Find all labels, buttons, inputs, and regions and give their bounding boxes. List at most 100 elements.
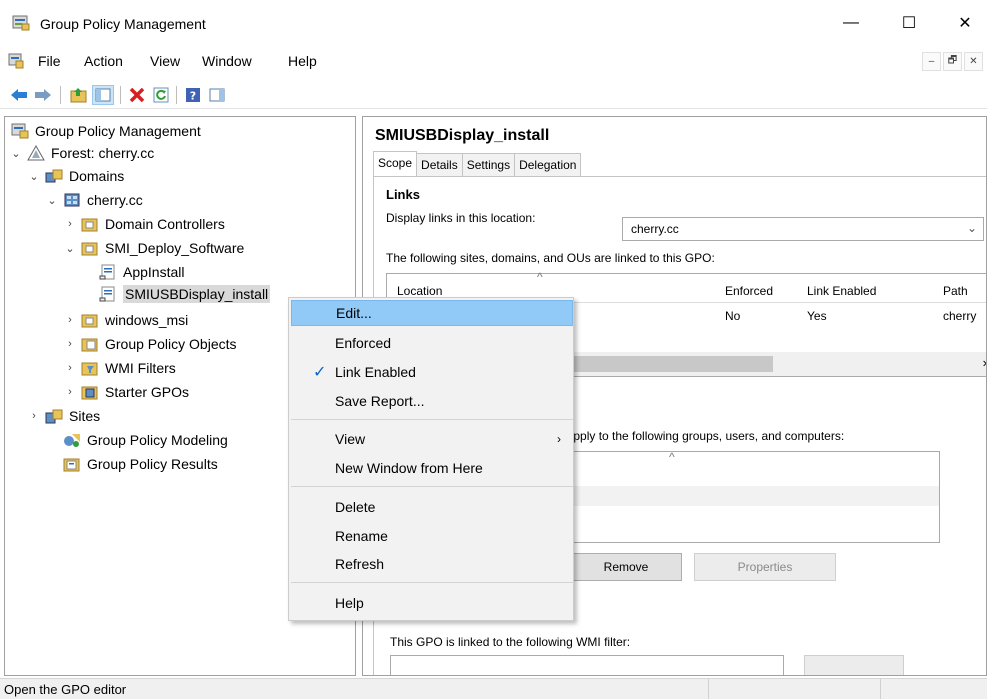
chevron-down-icon[interactable]: ⌄ <box>63 242 77 255</box>
refresh-icon[interactable] <box>150 85 172 105</box>
menu-action[interactable]: Action <box>84 53 123 69</box>
chevron-right-icon[interactable]: › <box>63 386 77 398</box>
menu-file[interactable]: File <box>38 53 61 69</box>
wmi-filter-dropdown[interactable] <box>390 655 784 675</box>
delete-icon[interactable] <box>126 85 148 105</box>
help-icon[interactable]: ? <box>182 85 204 105</box>
properties-button[interactable]: Properties <box>694 553 836 581</box>
wmi-folder-icon <box>81 362 98 376</box>
scrollbar-thumb[interactable] <box>573 356 773 372</box>
menu-separator <box>291 486 573 487</box>
menu-item-new-window[interactable]: New Window from Here <box>291 455 573 481</box>
menu-item-rename[interactable]: Rename <box>291 523 573 549</box>
minimize-button[interactable]: — <box>828 8 874 38</box>
tree-node-appinstall[interactable]: AppInstall <box>99 261 184 283</box>
toolbar-separator <box>60 86 61 104</box>
mdi-restore-button[interactable]: 🗗 <box>943 52 962 71</box>
gpo-link-icon <box>99 264 115 280</box>
column-path[interactable]: Path <box>943 284 968 298</box>
up-folder-icon[interactable] <box>68 85 90 105</box>
tab-details[interactable]: Details <box>416 153 463 177</box>
menu-item-save-report[interactable]: Save Report... <box>291 388 573 414</box>
ou-icon <box>81 242 98 256</box>
show-action-pane-icon[interactable] <box>206 85 228 105</box>
tree-label: Group Policy Management <box>35 123 201 139</box>
chevron-right-icon[interactable]: › <box>63 362 77 374</box>
wmi-label: This GPO is linked to the following WMI … <box>390 635 631 649</box>
tree-label: cherry.cc <box>87 192 143 208</box>
chevron-right-icon[interactable]: › <box>27 410 41 422</box>
column-enforced[interactable]: Enforced <box>725 284 773 298</box>
status-divider <box>708 679 709 699</box>
tab-scope[interactable]: Scope <box>373 151 418 177</box>
chevron-right-icon[interactable]: › <box>63 338 77 350</box>
location-value: cherry.cc <box>631 222 679 236</box>
tree-node-results[interactable]: Group Policy Results <box>63 453 218 475</box>
menu-item-link-enabled[interactable]: ✓ Link Enabled <box>291 359 573 385</box>
toolbar: ? <box>0 79 987 109</box>
location-dropdown[interactable]: cherry.cc ⌄ <box>622 217 984 241</box>
tab-settings[interactable]: Settings <box>461 153 516 177</box>
tree-node-domain-controllers[interactable]: › Domain Controllers <box>63 213 225 235</box>
menu-window[interactable]: Window <box>202 53 252 69</box>
column-location[interactable]: Location <box>397 284 442 298</box>
tree-node-wmi-filters[interactable]: › WMI Filters <box>63 357 176 379</box>
title-bar: Group Policy Management — ☐ ✕ <box>0 0 987 46</box>
tab-delegation[interactable]: Delegation <box>514 153 582 177</box>
mdi-minimize-button[interactable]: – <box>922 52 941 71</box>
menu-item-help[interactable]: Help <box>291 590 573 616</box>
tree-node-windows-msi[interactable]: › windows_msi <box>63 309 188 331</box>
back-icon[interactable] <box>8 85 30 105</box>
starter-folder-icon <box>81 386 98 400</box>
forward-icon[interactable] <box>32 85 54 105</box>
tree-label: Sites <box>69 408 101 424</box>
chevron-down-icon[interactable]: ⌄ <box>9 147 23 160</box>
toolbar-separator <box>120 86 121 104</box>
remove-button[interactable]: Remove <box>570 553 682 581</box>
chevron-down-icon[interactable]: ⌄ <box>27 170 41 183</box>
show-hide-tree-icon[interactable] <box>92 85 114 105</box>
tree-node-sites[interactable]: › Sites <box>27 405 100 427</box>
menu-item-view[interactable]: View › <box>291 426 573 452</box>
column-link-enabled[interactable]: Link Enabled <box>807 284 876 298</box>
menu-item-delete[interactable]: Delete <box>291 494 573 520</box>
tree-node-forest[interactable]: ⌄ Forest: cherry.cc <box>9 142 154 164</box>
system-menu-icon[interactable] <box>8 53 24 69</box>
ou-icon <box>81 218 98 232</box>
tree-node-starter-gpos[interactable]: › Starter GPOs <box>63 381 189 403</box>
tree-node-domain[interactable]: ⌄ cherry.cc <box>45 189 143 211</box>
mdi-close-button[interactable]: ✕ <box>964 52 983 71</box>
menu-item-refresh[interactable]: Refresh <box>291 551 573 577</box>
close-button[interactable]: ✕ <box>942 8 987 38</box>
menu-help[interactable]: Help <box>288 53 317 69</box>
results-icon <box>63 458 80 472</box>
tree-label: Group Policy Objects <box>105 336 237 352</box>
forest-icon <box>27 145 45 161</box>
status-text: Open the GPO editor <box>4 682 127 697</box>
menu-item-label: New Window from Here <box>335 460 483 476</box>
chevron-down-icon: ⌄ <box>966 221 977 235</box>
menu-item-edit[interactable]: Edit... <box>291 300 573 326</box>
tab-strip: Scope Details Settings Delegation <box>373 151 582 177</box>
tree-label: Domains <box>69 168 125 184</box>
tree-label: Group Policy Results <box>87 456 218 472</box>
tree-node-root[interactable]: Group Policy Management <box>11 120 201 142</box>
chevron-right-icon[interactable]: › <box>63 218 77 230</box>
tree-label: Domain Controllers <box>105 216 225 232</box>
tree-node-domains[interactable]: ⌄ Domains <box>27 165 124 187</box>
tree-node-gp-objects[interactable]: › Group Policy Objects <box>63 333 237 355</box>
tree-node-smi-deploy[interactable]: ⌄ SMI_Deploy_Software <box>63 237 244 259</box>
tree-node-modeling[interactable]: Group Policy Modeling <box>63 429 228 451</box>
checkmark-icon: ✓ <box>313 364 327 381</box>
menu-separator <box>291 419 573 420</box>
scroll-right-icon[interactable]: › <box>983 355 986 370</box>
menu-item-enforced[interactable]: Enforced <box>291 330 573 356</box>
chevron-down-icon[interactable]: ⌄ <box>45 194 59 207</box>
chevron-right-icon[interactable]: › <box>63 314 77 326</box>
menu-view[interactable]: View <box>150 53 180 69</box>
maximize-button[interactable]: ☐ <box>886 8 932 38</box>
menu-item-label: View <box>335 431 366 447</box>
open-wmi-button[interactable] <box>804 655 904 675</box>
tree-label: windows_msi <box>105 312 189 328</box>
gpmc-icon <box>11 123 29 139</box>
